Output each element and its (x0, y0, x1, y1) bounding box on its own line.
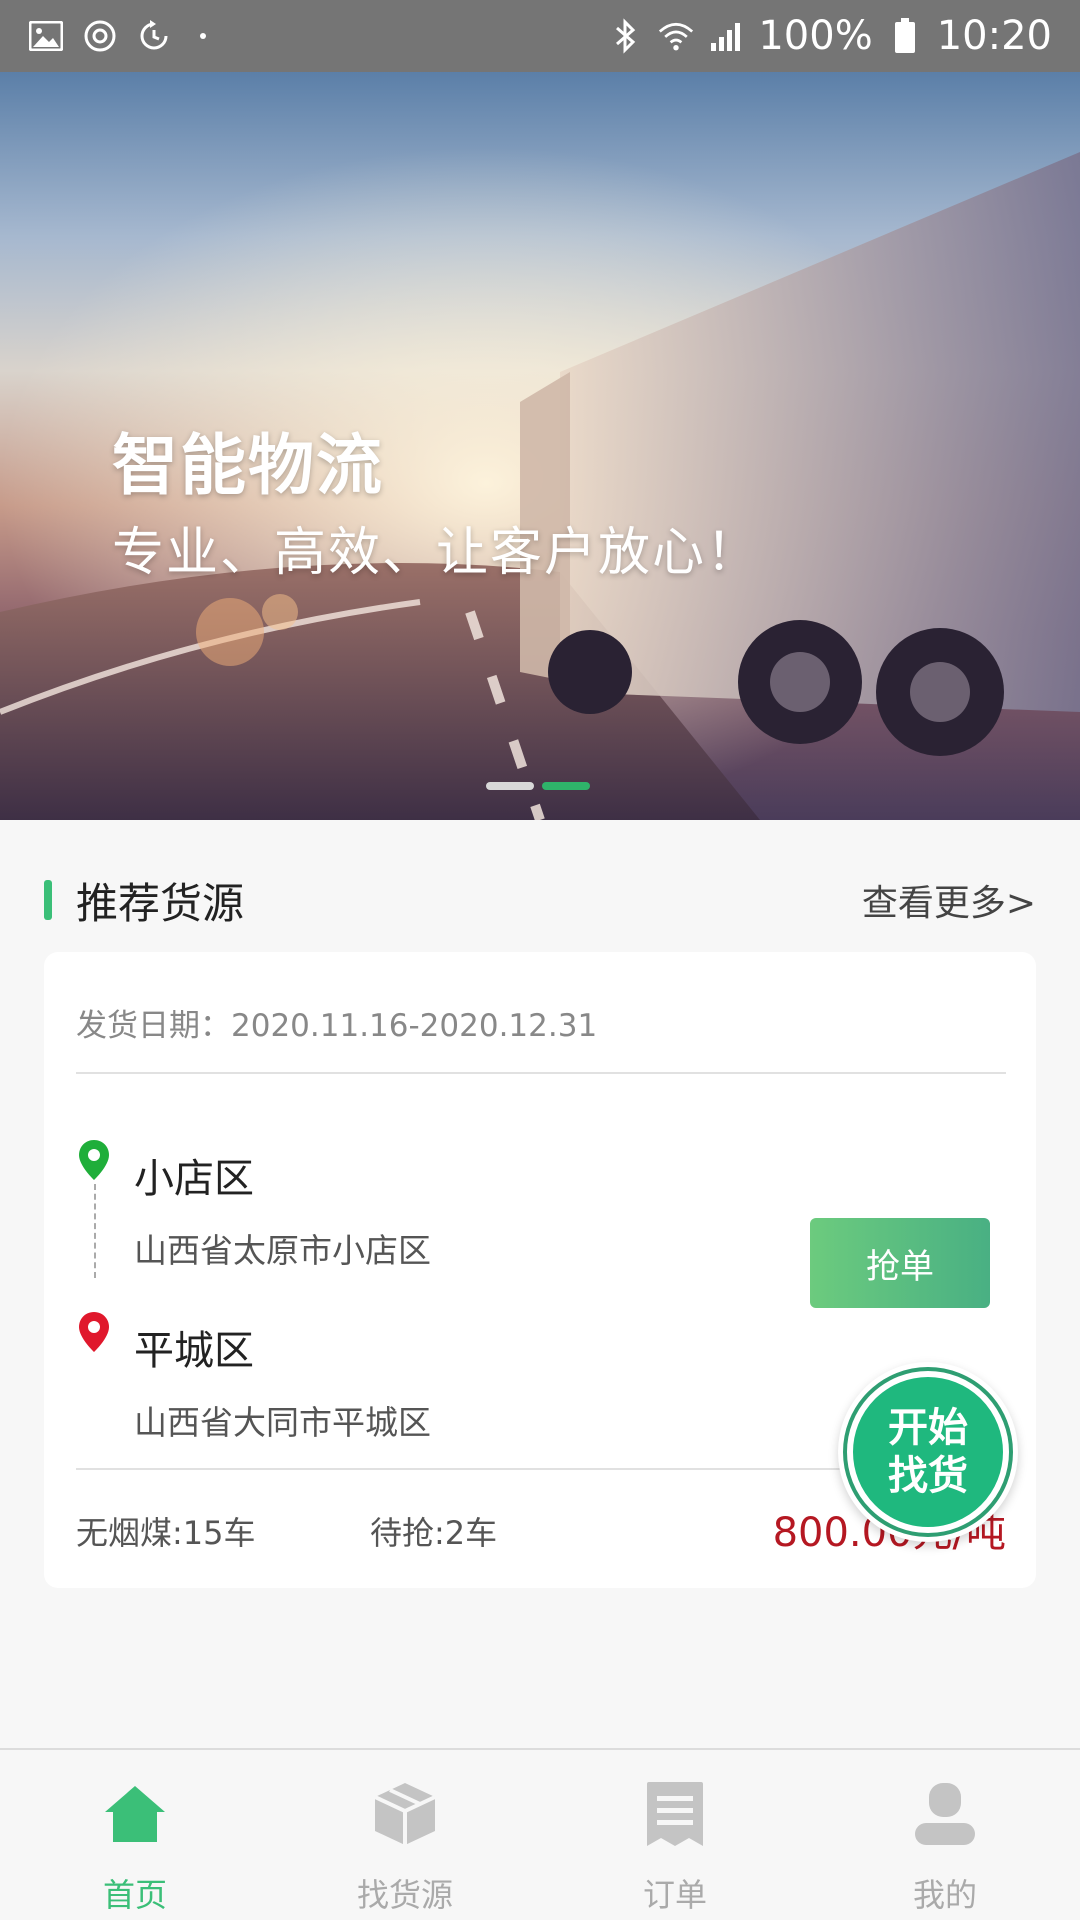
carousel-dot[interactable] (486, 782, 534, 790)
recommended-header: 推荐货源 查看更多> (44, 868, 1036, 932)
destination-name: 平城区 (134, 1328, 254, 1374)
wifi-icon (658, 18, 694, 54)
fab-line-1: 开始 (888, 1405, 968, 1451)
tab-find-cargo[interactable]: 找货源 (270, 1750, 540, 1920)
tab-label: 订单 (642, 1876, 707, 1914)
tab-orders[interactable]: 订单 (540, 1750, 810, 1920)
tab-home[interactable]: 首页 (0, 1750, 270, 1920)
carousel-indicator (486, 782, 590, 790)
card-divider (76, 1072, 1006, 1074)
destination-pin-icon (79, 1312, 109, 1352)
signal-icon (708, 18, 744, 54)
start-find-cargo-button[interactable]: 开始 找货 (838, 1362, 1018, 1542)
grab-order-button[interactable]: 抢单 (810, 1218, 990, 1308)
notification-dot-icon (200, 33, 206, 39)
view-more-link[interactable]: 查看更多> (862, 874, 1036, 926)
section-title: 推荐货源 (76, 878, 245, 928)
home-icon (93, 1772, 177, 1856)
refresh-icon (136, 18, 172, 54)
bluetooth-icon (608, 18, 644, 54)
receipt-icon (633, 1772, 717, 1856)
box-icon (363, 1772, 447, 1856)
banner-headline: 智能物流 (112, 427, 384, 504)
carousel-dot-active[interactable] (542, 782, 590, 790)
tab-profile[interactable]: 我的 (810, 1750, 1080, 1920)
status-bar: 100% 10:20 (0, 0, 1080, 72)
promo-banner[interactable]: 智能物流 专业、高效、让客户放心！ (0, 72, 1080, 820)
tab-label: 首页 (102, 1876, 167, 1914)
gallery-icon (28, 18, 64, 54)
destination-address: 山西省大同市平城区 (134, 1403, 431, 1442)
origin-address: 山西省太原市小店区 (134, 1231, 431, 1270)
battery-percent: 100% (758, 13, 873, 59)
goods-quantity: 无烟煤:15车 (76, 1514, 256, 1552)
ship-date: 发货日期：2020.11.16-2020.12.31 (76, 1008, 598, 1044)
sync-icon (82, 18, 118, 54)
origin-pin-icon (79, 1140, 109, 1180)
clock: 10:20 (936, 13, 1052, 59)
section-accent-bar (44, 880, 52, 920)
user-icon (903, 1772, 987, 1856)
battery-icon (887, 18, 923, 54)
tab-label: 找货源 (356, 1876, 453, 1914)
banner-tagline: 专业、高效、让客户放心！ (112, 523, 761, 583)
route-line (94, 1184, 96, 1278)
bottom-tab-bar: 首页 找货源 订单 我的 (0, 1748, 1080, 1920)
pending-quantity: 待抢:2车 (370, 1514, 498, 1552)
tab-label: 我的 (912, 1876, 977, 1914)
origin-name: 小店区 (134, 1156, 254, 1202)
fab-line-2: 找货 (888, 1453, 968, 1499)
